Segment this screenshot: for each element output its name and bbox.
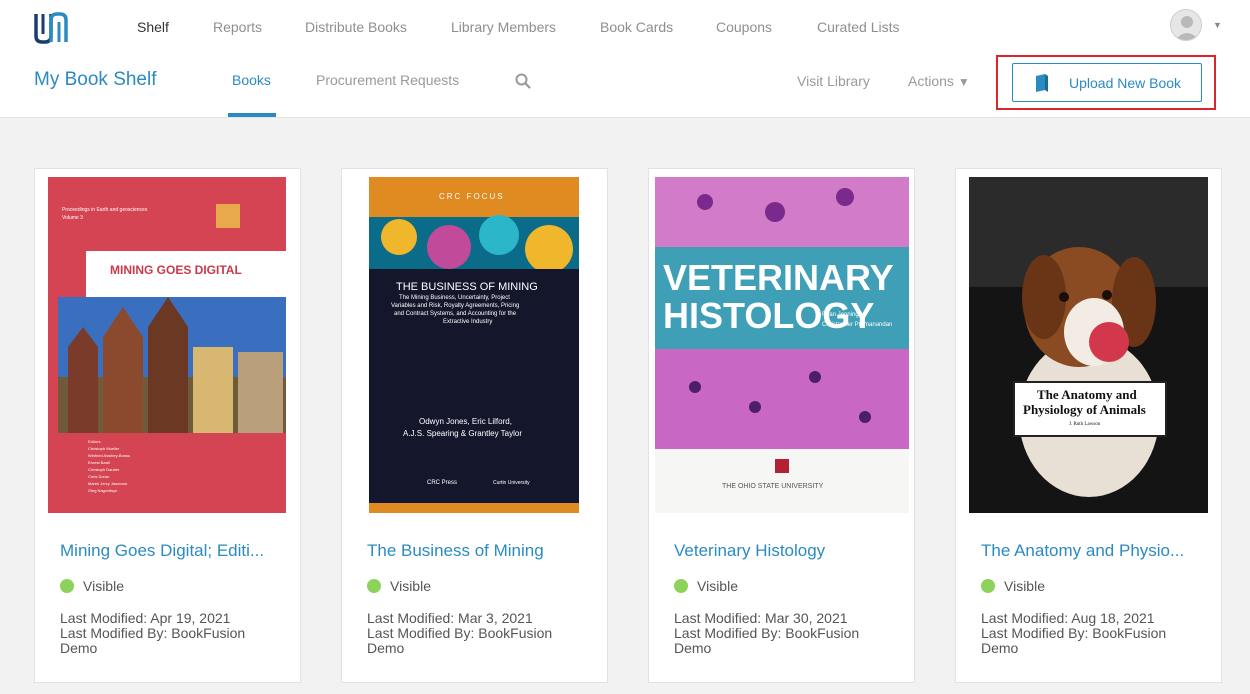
cover-editor: Editors [88,439,101,444]
cover-editor: Winfried Assibey-Bonsu [88,453,131,458]
active-tab-indicator [228,113,276,117]
cover-heading-line1: VETERINARY [663,257,894,298]
caret-down-icon: ▼ [957,75,970,89]
cover-editor: Chris Doran [88,474,110,479]
book-cover[interactable]: Proceedings in Earth and geosciences Vol… [48,177,286,513]
top-bar: Shelf Reports Distribute Books Library M… [0,0,1250,118]
tab-procurement-requests[interactable]: Procurement Requests [316,72,459,88]
status-indicator [981,579,995,593]
user-icon [1175,16,1199,40]
cover-author: Ryan Jennings [822,312,862,318]
cover-editor: Ernest Baafi [88,460,110,465]
nav-distribute-books[interactable]: Distribute Books [305,19,407,35]
status-indicator [367,579,381,593]
cover-publisher: THE OHIO STATE UNIVERSITY [722,483,824,490]
cover-partner: Curtin University [493,480,530,486]
last-modified: Last Modified: Mar 30, 2021 [674,610,848,626]
cover-editor: Christoph Mueller [88,446,120,451]
upload-new-book-button[interactable]: Upload New Book [1012,63,1202,102]
status-label: Visible [1004,578,1045,594]
upload-button-label: Upload New Book [1069,75,1182,91]
page-title: My Book Shelf [34,69,157,90]
search-icon[interactable] [514,72,532,90]
book-card[interactable]: Proceedings in Earth and geosciences Vol… [34,168,301,683]
tab-books[interactable]: Books [232,72,271,88]
book-card[interactable]: VETERINARY HISTOLOGY Ryan Jennings Chris… [648,168,915,683]
status-indicator [60,579,74,593]
last-modified-by: Last Modified By: BookFusion Demo [367,625,553,656]
book-cover-art [48,177,286,513]
user-avatar[interactable] [1170,9,1202,41]
cover-editor: Oleg Nagovitsyn [88,488,118,493]
book-title-link[interactable]: The Business of Mining [367,541,592,561]
book-icon [1036,74,1048,92]
nav-book-cards[interactable]: Book Cards [600,19,673,35]
cover-heading: MINING GOES DIGITAL [110,263,242,277]
book-cover-art [969,177,1208,513]
status-label: Visible [390,578,431,594]
cover-heading: THE BUSINESS OF MINING [396,281,538,293]
book-title-link[interactable]: Mining Goes Digital; Editi... [60,541,285,561]
cover-subtitle: Variables and Risk, Royalty Agreements, … [391,303,520,309]
nav-library-members[interactable]: Library Members [451,19,556,35]
cover-author: A.J.S. Spearing & Grantley Taylor [403,429,523,438]
last-modified-by: Last Modified By: BookFusion Demo [981,625,1167,656]
status-indicator [674,579,688,593]
cover-heading-line2: Physiology of Animals [1023,402,1146,417]
status-label: Visible [83,578,124,594]
cover-publisher: CRC Press [427,480,458,486]
visit-library-link[interactable]: Visit Library [797,73,870,89]
cover-editor: Christoph Dauber [88,467,120,472]
cover-heading-line1: The Anatomy and [1037,387,1137,402]
cover-author: Odwyn Jones, Eric Lilford, [419,417,512,426]
book-title-link[interactable]: The Anatomy and Physio... [981,541,1206,561]
cover-series: Proceedings in Earth and geosciences [62,207,148,213]
chevron-down-icon[interactable]: ▼ [1213,20,1222,30]
cover-author: J. Ruth Lawson [1069,422,1101,427]
book-card[interactable]: The Anatomy and Physiology of Animals J.… [955,168,1222,683]
nav-curated-lists[interactable]: Curated Lists [817,19,899,35]
book-title-link[interactable]: Veterinary Histology [674,541,899,561]
last-modified: Last Modified: Aug 18, 2021 [981,610,1155,626]
last-modified: Last Modified: Mar 3, 2021 [367,610,533,626]
app-logo[interactable] [33,10,69,46]
cover-author: Christopher Premanandan [822,322,893,328]
cover-subtitle: The Mining Business, Uncertainty, Projec… [399,295,510,301]
cover-series: CRC FOCUS [439,192,505,201]
cover-subtitle: and Contract Systems, and Accounting for… [394,311,517,317]
nav-shelf[interactable]: Shelf [137,19,169,35]
book-cover[interactable]: VETERINARY HISTOLOGY Ryan Jennings Chris… [655,177,909,513]
cover-volume: Volume 3 [62,215,83,221]
last-modified: Last Modified: Apr 19, 2021 [60,610,231,626]
status-label: Visible [697,578,738,594]
actions-label: Actions [908,73,954,89]
nav-coupons[interactable]: Coupons [716,19,772,35]
last-modified-by: Last Modified By: BookFusion Demo [674,625,860,656]
actions-dropdown[interactable]: Actions ▼ [908,73,970,89]
book-cover-art [369,177,579,513]
book-cover[interactable]: CRC FOCUS THE BUSINESS OF MINING The Min… [369,177,579,513]
last-modified-by: Last Modified By: BookFusion Demo [60,625,246,656]
cover-subtitle: Extractive Industry [443,319,493,325]
book-card[interactable]: CRC FOCUS THE BUSINESS OF MINING The Min… [341,168,608,683]
book-cover[interactable]: The Anatomy and Physiology of Animals J.… [969,177,1208,513]
book-cover-art [655,177,909,513]
cover-editor: Marek Jerzy Jaszczuk [88,481,128,486]
nav-reports[interactable]: Reports [213,19,262,35]
